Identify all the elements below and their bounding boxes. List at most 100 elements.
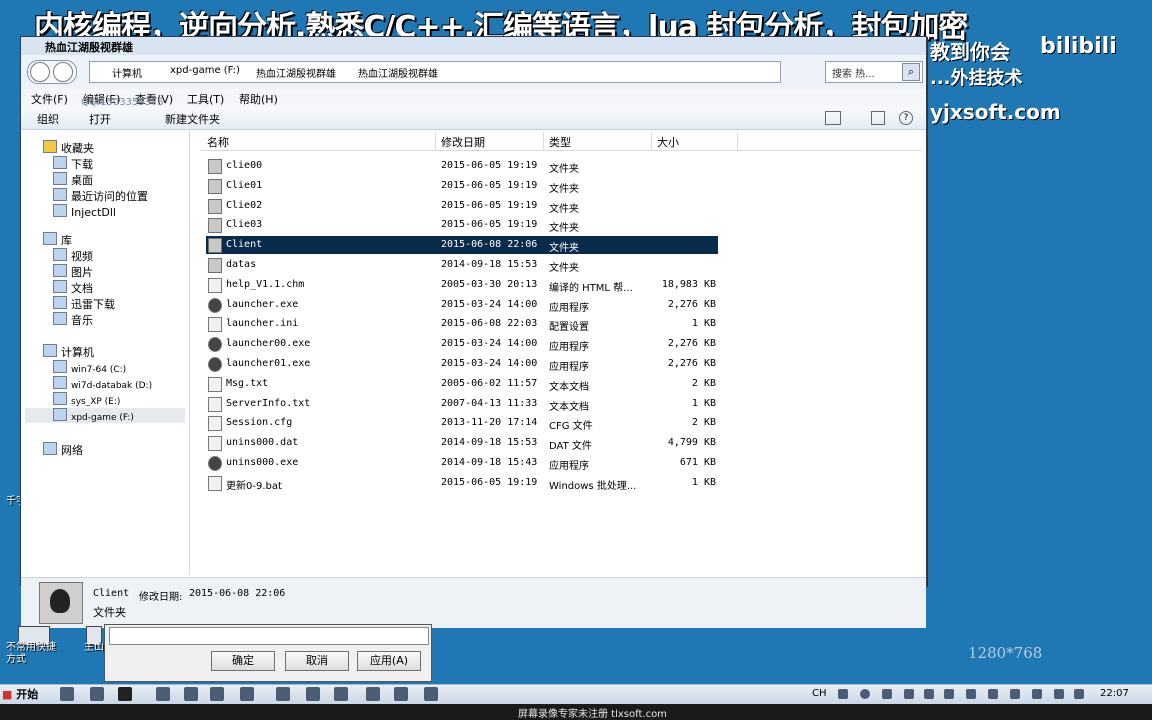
tray-icon-5[interactable] xyxy=(924,689,934,699)
open-button[interactable]: 打开 xyxy=(89,111,111,127)
taskbar-app-13-icon[interactable] xyxy=(424,687,438,701)
volume-icon[interactable] xyxy=(1074,689,1084,699)
preview-pane-icon[interactable] xyxy=(871,111,885,125)
taskbar-app-8-icon[interactable] xyxy=(276,687,290,701)
file-row[interactable]: clie00 2015-06-05 19:19 文件夹 xyxy=(206,157,718,175)
nav-computer[interactable]: 计算机 xyxy=(43,344,94,360)
column-name[interactable]: 名称 xyxy=(207,134,229,150)
file-date: 2015-03-24 14:00 xyxy=(441,358,538,369)
file-row[interactable]: Msg.txt 2005-06-02 11:57 文本文档 2 KB xyxy=(206,375,718,393)
clock[interactable]: 22:07 xyxy=(1100,688,1129,699)
nav-lib-pictures[interactable]: 图片 xyxy=(53,264,93,280)
tray-icon-7[interactable] xyxy=(966,689,976,699)
tray-icon-3[interactable] xyxy=(882,689,892,699)
menu-tools[interactable]: 工具(T) xyxy=(187,91,224,107)
nav-drive-c[interactable]: win7-64 (C:) xyxy=(53,360,126,375)
taskbar-app-6-icon[interactable] xyxy=(210,687,224,701)
language-indicator[interactable]: CH xyxy=(812,688,827,699)
star-icon xyxy=(43,140,57,153)
breadcrumb-drive[interactable]: xpd-game (F:) xyxy=(170,65,240,76)
file-type: Windows 批处理... xyxy=(549,481,637,492)
help-icon[interactable]: ? xyxy=(899,111,913,125)
new-folder-button[interactable]: 新建文件夹 xyxy=(165,111,220,127)
desktop-icon-label-2[interactable]: 主山 xyxy=(84,642,104,654)
file-row[interactable]: Clie01 2015-06-05 19:19 文件夹 xyxy=(206,177,718,195)
file-row[interactable]: Clie03 2015-06-05 19:19 文件夹 xyxy=(206,216,718,234)
taskbar-app-11-icon[interactable] xyxy=(366,687,380,701)
back-forward-buttons[interactable] xyxy=(27,60,77,84)
tray-icon-9[interactable] xyxy=(1010,689,1020,699)
help-tray-icon[interactable] xyxy=(860,689,870,699)
file-row[interactable]: Client 2015-06-08 22:06 文件夹 xyxy=(206,236,718,254)
organize-button[interactable]: 组织 xyxy=(37,111,59,127)
network-icon[interactable] xyxy=(1054,689,1064,699)
column-size[interactable]: 大小 xyxy=(657,134,679,150)
breadcrumb-folder1[interactable]: 热血江湖殷视群雄 xyxy=(256,65,336,80)
cancel-button[interactable]: 取消 xyxy=(285,651,349,671)
file-row[interactable]: launcher00.exe 2015-03-24 14:00 应用程序 2,276 … xyxy=(206,335,718,353)
menu-help[interactable]: 帮助(H) xyxy=(239,91,278,107)
ok-button[interactable]: 确定 xyxy=(211,651,275,671)
shield-icon[interactable] xyxy=(904,689,914,699)
search-icon[interactable]: ⌕ xyxy=(902,63,920,81)
file-row[interactable]: launcher.exe 2015-03-24 14:00 应用程序 2,276 KB xyxy=(206,296,718,314)
nav-lib-video[interactable]: 视频 xyxy=(53,248,93,264)
download-icon xyxy=(53,296,67,309)
file-type: 文本文档 xyxy=(549,402,589,413)
tray-icon-1[interactable] xyxy=(838,689,848,699)
taskbar-app-7-icon[interactable] xyxy=(240,687,254,701)
taskbar-app-2-icon[interactable] xyxy=(90,687,104,701)
nav-drive-e[interactable]: sys_XP (E:) xyxy=(53,392,120,407)
nav-fav-injectdll[interactable]: InjectDll xyxy=(53,204,116,219)
tray-icon-6[interactable] xyxy=(944,689,954,699)
nav-lib-music[interactable]: 音乐 xyxy=(53,312,93,328)
file-row[interactable]: datas 2014-09-18 15:53 文件夹 xyxy=(206,256,718,274)
start-button[interactable]: ■ 开始 xyxy=(2,686,44,702)
file-row[interactable]: Session.cfg 2013-11-20 17:14 CFG 文件 2 KB xyxy=(206,414,718,432)
search-input[interactable]: 搜索 热... ⌕ xyxy=(825,61,923,83)
desktop-icon-label-1[interactable]: 不常用快捷方式 xyxy=(6,642,64,666)
title-bar[interactable]: 热血江湖殷视群雄 xyxy=(21,37,926,55)
column-date[interactable]: 修改日期 xyxy=(441,134,485,150)
nav-favorites[interactable]: 收藏夹 xyxy=(43,140,94,156)
menu-file[interactable]: 文件(F) xyxy=(31,91,68,107)
tray-icon-8[interactable] xyxy=(988,689,998,699)
apply-button[interactable]: 应用(A) xyxy=(357,651,421,671)
file-row[interactable]: ServerInfo.txt 2007-04-13 11:33 文本文档 1 KB xyxy=(206,395,718,413)
file-row[interactable]: 更新0-9.bat 2015-06-05 19:19 Windows 批处理... 1… xyxy=(206,474,718,492)
file-row[interactable]: unins000.dat 2014-09-18 15:53 DAT 文件 4,799 … xyxy=(206,434,718,452)
taskbar-app-3-icon[interactable] xyxy=(118,687,132,701)
nav-lib-documents[interactable]: 文档 xyxy=(53,280,93,296)
taskbar-app-5-icon[interactable] xyxy=(184,687,198,701)
forward-icon[interactable] xyxy=(53,62,73,82)
status-date: 2015-06-08 22:06 xyxy=(189,588,286,599)
nav-fav-desktop[interactable]: 桌面 xyxy=(53,172,93,188)
back-icon[interactable] xyxy=(30,62,50,82)
library-icon xyxy=(43,232,57,245)
taskbar-app-10-icon[interactable] xyxy=(334,687,348,701)
column-type[interactable]: 类型 xyxy=(549,134,571,150)
folder-icon xyxy=(208,258,222,273)
taskbar-app-9-icon[interactable] xyxy=(306,687,320,701)
file-row[interactable]: Clie02 2015-06-05 19:19 文件夹 xyxy=(206,197,718,215)
taskbar-app-4-icon[interactable] xyxy=(156,687,170,701)
nav-drive-d[interactable]: wi7d-databak (D:) xyxy=(53,376,152,391)
nav-lib-thunder[interactable]: 迅雷下载 xyxy=(53,296,115,312)
taskbar-app-1-icon[interactable] xyxy=(60,687,74,701)
nav-fav-recent[interactable]: 最近访问的位置 xyxy=(53,188,148,204)
nav-fav-downloads[interactable]: 下载 xyxy=(53,156,93,172)
nav-network[interactable]: 网络 xyxy=(43,442,83,458)
nav-library[interactable]: 库 xyxy=(43,232,72,248)
file-row[interactable]: unins000.exe 2014-09-18 15:43 应用程序 671 KB xyxy=(206,454,718,472)
breadcrumb-folder2[interactable]: 热血江湖殷视群雄 xyxy=(358,65,438,80)
file-row[interactable]: help_V1.1.chm 2005-03-30 20:13 编译的 HTML 帮.… xyxy=(206,276,718,294)
folder-icon xyxy=(208,199,222,214)
view-icon[interactable] xyxy=(825,111,841,125)
address-input[interactable]: 计算机 xpd-game (F:) 热血江湖殷视群雄 热血江湖殷视群雄 xyxy=(89,61,781,83)
tray-icon-10[interactable] xyxy=(1032,689,1042,699)
breadcrumb-computer[interactable]: 计算机 xyxy=(112,65,142,80)
taskbar-app-12-icon[interactable] xyxy=(394,687,408,701)
nav-drive-f[interactable]: xpd-game (F:) xyxy=(25,408,185,423)
file-row[interactable]: launcher.ini 2015-06-08 22:03 配置设置 1 KB xyxy=(206,315,718,333)
file-row[interactable]: launcher01.exe 2015-03-24 14:00 应用程序 2,276 … xyxy=(206,355,718,373)
